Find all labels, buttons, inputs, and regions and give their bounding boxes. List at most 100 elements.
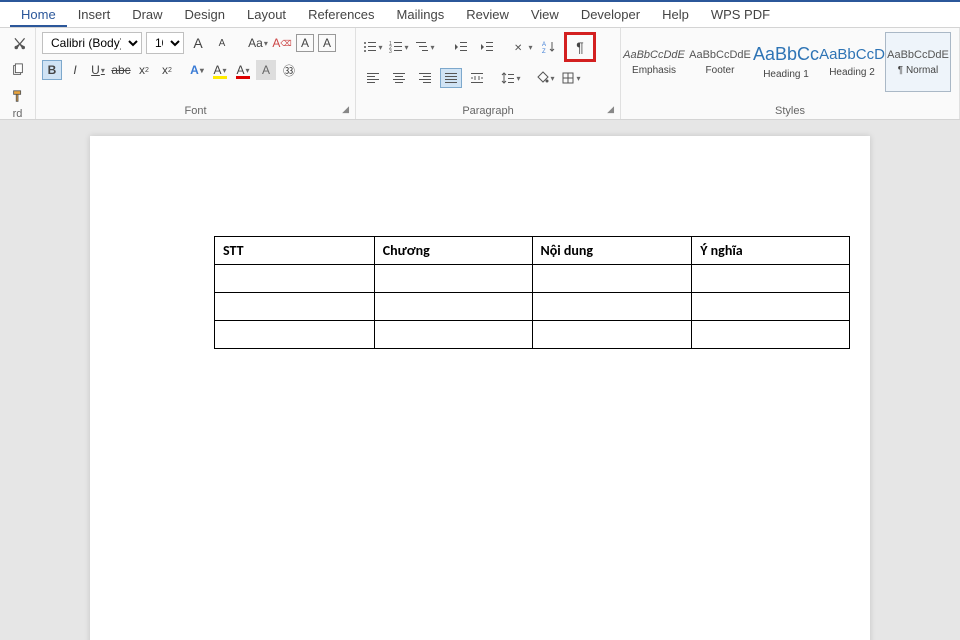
numbering-icon: 123 <box>389 40 403 54</box>
clear-format-button[interactable]: A⌫ <box>272 33 292 53</box>
style-preview: AaBbCc <box>753 44 819 65</box>
style-heading2[interactable]: AaBbCcD Heading 2 <box>819 32 885 92</box>
page[interactable]: STT Chương Nội dung Ý nghĩa <box>90 136 870 640</box>
menu-layout[interactable]: Layout <box>236 3 297 26</box>
table-header-cell[interactable]: Ý nghĩa <box>692 237 850 265</box>
decrease-indent-button[interactable] <box>450 37 472 57</box>
menu-insert[interactable]: Insert <box>67 3 122 26</box>
table-row[interactable] <box>215 265 850 293</box>
shading-button[interactable]: ▾ <box>534 68 556 88</box>
strike-button[interactable]: abc <box>111 60 131 80</box>
dialog-launcher-icon[interactable]: ◢ <box>342 104 349 115</box>
table-cell[interactable] <box>532 293 692 321</box>
bullets-button[interactable]: ▾ <box>362 37 384 57</box>
justify-button[interactable] <box>440 68 462 88</box>
align-center-button[interactable] <box>388 68 410 88</box>
grow-font-button[interactable]: A <box>188 33 208 53</box>
copy-button[interactable] <box>8 60 28 80</box>
table-header-row[interactable]: STT Chương Nội dung Ý nghĩa <box>215 237 850 265</box>
menu-references[interactable]: References <box>297 3 385 26</box>
phonetic-guide-button[interactable]: A <box>296 34 314 52</box>
superscript-button[interactable]: x2 <box>157 60 177 80</box>
distributed-button[interactable] <box>466 68 488 88</box>
table-cell[interactable] <box>215 265 375 293</box>
align-left-button[interactable] <box>362 68 384 88</box>
menu-mailings[interactable]: Mailings <box>386 3 456 26</box>
font-group-label: Font◢ <box>42 103 349 117</box>
table-cell[interactable] <box>374 321 532 349</box>
enclose-char-button[interactable]: ㉝ <box>279 60 299 80</box>
document-area[interactable]: STT Chương Nội dung Ý nghĩa <box>0 120 960 640</box>
show-hide-button[interactable]: ¶ <box>569 37 591 57</box>
menu-design[interactable]: Design <box>174 3 236 26</box>
table-cell[interactable] <box>532 321 692 349</box>
text-effects-button[interactable]: A▾ <box>187 60 207 80</box>
outdent-icon <box>454 40 468 54</box>
table-cell[interactable] <box>215 293 375 321</box>
font-size-select[interactable]: 10 <box>146 32 184 54</box>
cut-button[interactable] <box>8 34 28 54</box>
table-cell[interactable] <box>692 321 850 349</box>
paragraph-group: ▾ 123▾ ▾ ✕▾ AZ ¶ ▾ <box>356 28 621 119</box>
justify-icon <box>444 71 458 85</box>
underline-button[interactable]: U▾ <box>88 60 108 80</box>
style-heading1[interactable]: AaBbCc Heading 1 <box>753 32 819 92</box>
table-row[interactable] <box>215 321 850 349</box>
svg-text:✕: ✕ <box>514 43 522 54</box>
italic-button[interactable]: I <box>65 60 85 80</box>
borders-button[interactable]: ▾ <box>560 68 582 88</box>
shrink-font-button[interactable]: A <box>212 33 232 53</box>
table-row[interactable] <box>215 293 850 321</box>
dialog-launcher-icon[interactable]: ◢ <box>607 104 614 115</box>
char-shading-button[interactable]: A <box>256 60 276 80</box>
copy-icon <box>11 63 25 77</box>
table-cell[interactable] <box>532 265 692 293</box>
style-normal[interactable]: AaBbCcDdE ¶ Normal <box>885 32 951 92</box>
sort-button[interactable]: AZ <box>538 37 560 57</box>
menu-developer[interactable]: Developer <box>570 3 651 26</box>
menu-review[interactable]: Review <box>455 3 520 26</box>
line-spacing-button[interactable]: ▾ <box>500 68 522 88</box>
document-table[interactable]: STT Chương Nội dung Ý nghĩa <box>214 236 850 349</box>
highlight-button[interactable]: A▾ <box>210 60 230 80</box>
style-emphasis[interactable]: AaBbCcDdE Emphasis <box>621 32 687 92</box>
table-header-cell[interactable]: Nội dung <box>532 237 692 265</box>
font-color-button[interactable]: A▾ <box>233 60 253 80</box>
table-cell[interactable] <box>215 321 375 349</box>
align-left-icon <box>366 71 380 85</box>
style-label: Footer <box>706 65 735 76</box>
bucket-icon <box>535 71 549 85</box>
asian-layout-button[interactable]: ✕▾ <box>512 37 534 57</box>
menu-view[interactable]: View <box>520 3 570 26</box>
table-header-cell[interactable]: Chương <box>374 237 532 265</box>
table-cell[interactable] <box>374 293 532 321</box>
table-header-cell[interactable]: STT <box>215 237 375 265</box>
cursor-mark <box>224 218 225 232</box>
svg-text:3: 3 <box>389 49 392 54</box>
format-painter-button[interactable] <box>8 86 28 106</box>
menu-draw[interactable]: Draw <box>121 3 173 26</box>
asian-icon: ✕ <box>513 40 527 54</box>
brush-icon <box>11 89 25 103</box>
table-cell[interactable] <box>692 293 850 321</box>
multilevel-button[interactable]: ▾ <box>414 37 436 57</box>
style-footer[interactable]: AaBbCcDdE Footer <box>687 32 753 92</box>
change-case-button[interactable]: Aa▾ <box>248 33 268 53</box>
increase-indent-button[interactable] <box>476 37 498 57</box>
char-border-button[interactable]: A <box>318 34 336 52</box>
numbering-button[interactable]: 123▾ <box>388 37 410 57</box>
align-right-button[interactable] <box>414 68 436 88</box>
table-cell[interactable] <box>692 265 850 293</box>
menu-home[interactable]: Home <box>10 3 67 27</box>
font-name-select[interactable]: Calibri (Body) <box>42 32 142 54</box>
style-label: Heading 1 <box>763 69 809 80</box>
style-label: Heading 2 <box>829 67 875 78</box>
subscript-button[interactable]: x2 <box>134 60 154 80</box>
table-cell[interactable] <box>374 265 532 293</box>
menu-wpspdf[interactable]: WPS PDF <box>700 3 781 26</box>
font-group: Calibri (Body) 10 A A Aa▾ A⌫ A A B I U▾ … <box>36 28 356 119</box>
clipboard-group: rd <box>0 28 36 119</box>
bold-button[interactable]: B <box>42 60 62 80</box>
multilevel-icon <box>415 40 429 54</box>
menu-help[interactable]: Help <box>651 3 700 26</box>
